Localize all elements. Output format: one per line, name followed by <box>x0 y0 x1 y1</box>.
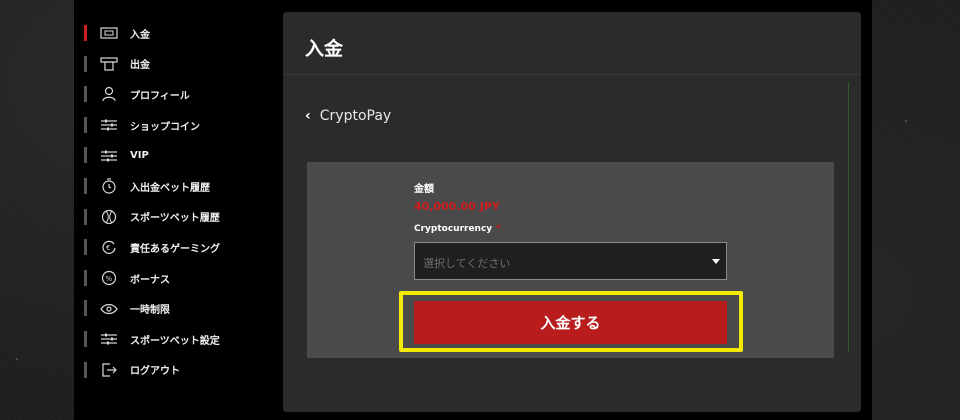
back-button[interactable]: ‹ CryptoPay <box>305 108 391 124</box>
euro-refresh-icon: € <box>98 237 120 257</box>
required-mark: * <box>496 224 501 234</box>
sidebar-item-8[interactable]: € 責任あるゲーミング <box>84 232 274 263</box>
eye-icon <box>98 299 120 319</box>
cryptocurrency-select[interactable]: 選択してください <box>414 242 727 280</box>
sliders-icon <box>98 329 120 349</box>
sidebar-item-3[interactable]: プロフィール <box>84 79 274 110</box>
deposit-submit-button[interactable]: 入金する <box>414 301 727 344</box>
user-icon <box>98 84 120 104</box>
sidebar-item-11[interactable]: スポーツベット設定 <box>84 324 274 355</box>
sidebar-item-label: VIP <box>130 150 149 162</box>
sidebar-item-label: ショップコイン <box>130 121 200 133</box>
sidebar-item-9[interactable]: % ボーナス <box>84 263 274 294</box>
withdraw-icon <box>98 54 120 74</box>
sidebar-item-marker <box>84 116 87 133</box>
sidebar-item-1[interactable]: 入金 <box>84 18 274 49</box>
amount-value: 40,000.00 JPY <box>414 200 500 213</box>
sidebar-item-label: プロフィール <box>130 90 190 102</box>
sidebar-item-marker <box>84 177 87 194</box>
history-icon <box>98 176 120 196</box>
sidebar-item-label: 一時制限 <box>130 305 170 317</box>
sidebar-item-marker <box>84 208 87 225</box>
sidebar-item-label: 入出金ベット履歴 <box>130 182 210 194</box>
caret-down-icon <box>712 259 720 264</box>
divider <box>283 74 861 75</box>
amount-label: 金額 <box>414 184 434 195</box>
sliders-icon <box>98 146 120 166</box>
chevron-left-icon: ‹ <box>305 108 311 124</box>
decoration <box>905 120 907 122</box>
logout-icon <box>98 360 120 380</box>
sidebar-item-marker <box>84 330 87 347</box>
deposit-form: 金額 40,000.00 JPY Cryptocurrency * 選択してくださ… <box>307 162 834 358</box>
account-sidebar: 入金出金プロフィール ショップコイン VIP 入出金ベット履歴 スポーツベット履歴 € 責任… <box>84 18 274 385</box>
cryptocurrency-label-text: Cryptocurrency <box>414 224 493 234</box>
sidebar-item-label: ログアウト <box>130 366 180 378</box>
accent-line <box>848 82 849 352</box>
sidebar-item-label: ボーナス <box>130 274 170 286</box>
sidebar-item-label: 入金 <box>130 29 150 41</box>
sidebar-item-marker <box>84 239 87 256</box>
sidebar-item-label: スポーツベット履歴 <box>130 213 220 225</box>
ball-icon <box>98 207 120 227</box>
deposit-panel: 入金 ‹ CryptoPay 金額 40,000.00 JPY Cryptocu… <box>283 12 861 412</box>
svg-text:%: % <box>106 275 113 283</box>
sidebar-item-marker <box>84 361 87 378</box>
sidebar-item-marker <box>84 300 87 317</box>
select-placeholder: 選択してください <box>423 257 511 270</box>
sidebar-item-2[interactable]: 出金 <box>84 49 274 80</box>
sidebar-item-12[interactable]: ログアウト <box>84 355 274 386</box>
sidebar-item-6[interactable]: 入出金ベット履歴 <box>84 171 274 202</box>
sidebar-item-label: 責任あるゲーミング <box>130 243 220 255</box>
wallet-icon <box>98 23 120 43</box>
sliders-icon <box>98 115 120 135</box>
sidebar-item-5[interactable]: VIP <box>84 140 274 171</box>
sidebar-item-marker <box>84 25 87 41</box>
sidebar-item-marker <box>84 55 87 72</box>
sidebar-item-label: 出金 <box>130 60 150 72</box>
payment-method-label: CryptoPay <box>319 108 392 124</box>
sidebar-item-marker <box>84 147 87 164</box>
page-title: 入金 <box>305 38 344 60</box>
sidebar-item-4[interactable]: ショップコイン <box>84 110 274 141</box>
sidebar-item-label: スポーツベット設定 <box>130 335 220 347</box>
svg-text:€: € <box>106 244 110 252</box>
sidebar-item-marker <box>84 269 87 286</box>
percent-icon: % <box>98 268 120 288</box>
cryptocurrency-label: Cryptocurrency * <box>414 224 501 234</box>
sidebar-item-10[interactable]: 一時制限 <box>84 293 274 324</box>
sidebar-item-7[interactable]: スポーツベット履歴 <box>84 202 274 233</box>
decoration <box>16 358 18 360</box>
sidebar-item-marker <box>84 86 87 103</box>
